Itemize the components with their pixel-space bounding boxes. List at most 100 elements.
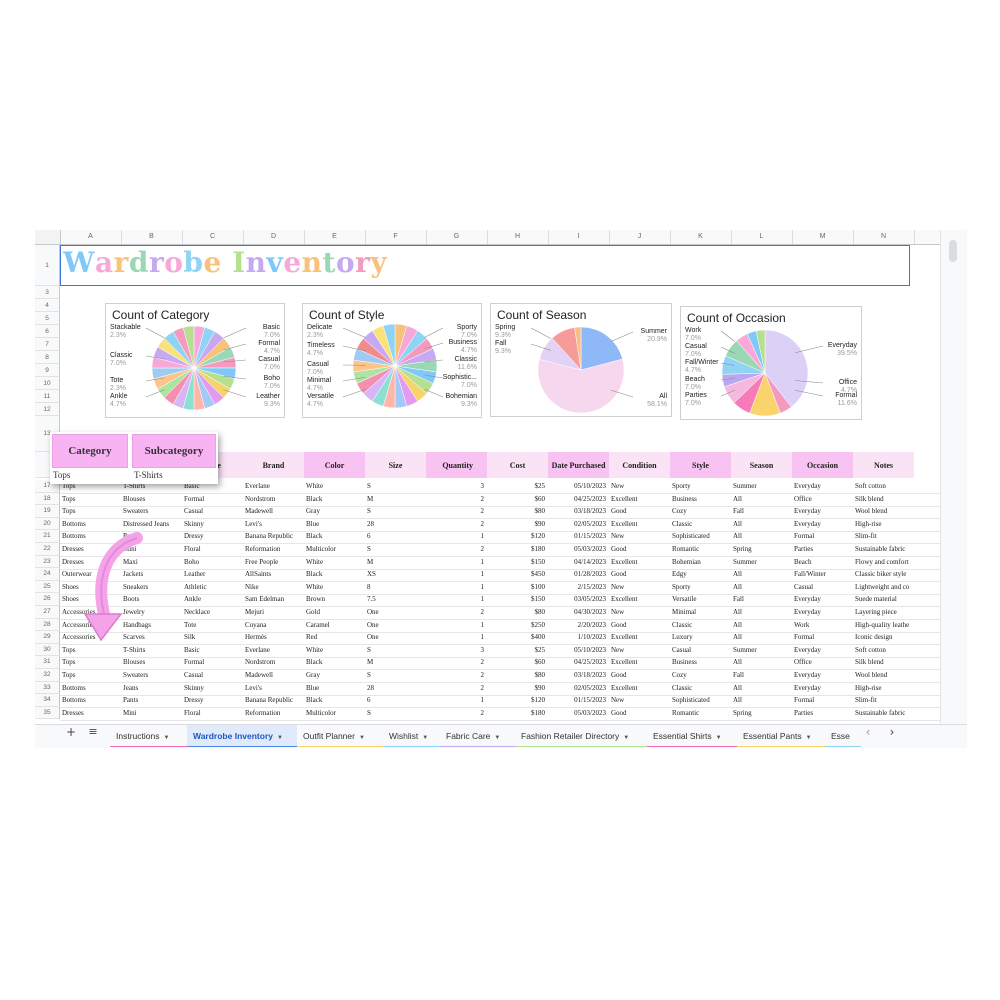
sheet-tab[interactable]: Fashion Retailer Directory ▼ bbox=[515, 725, 647, 747]
table-cell[interactable]: Free People bbox=[243, 556, 304, 569]
table-cell[interactable]: S bbox=[365, 669, 426, 682]
column-header-g[interactable]: G bbox=[426, 230, 488, 244]
table-cell[interactable]: Business bbox=[670, 656, 731, 669]
table-cell[interactable]: Multicolor bbox=[304, 543, 365, 556]
table-cell[interactable]: Spring bbox=[731, 707, 792, 720]
table-cell[interactable]: White bbox=[304, 581, 365, 594]
table-cell[interactable]: Sporty bbox=[670, 581, 731, 594]
column-header-b[interactable]: B bbox=[121, 230, 183, 244]
table-cell[interactable]: 2/15/2023 bbox=[548, 581, 609, 594]
table-cell[interactable]: Classic bbox=[670, 682, 731, 695]
table-cell[interactable]: $180 bbox=[487, 707, 548, 720]
table-cell[interactable]: Casual bbox=[792, 581, 853, 594]
table-cell[interactable]: Gray bbox=[304, 505, 365, 518]
table-cell[interactable]: XS bbox=[365, 568, 426, 581]
table-cell[interactable]: Office bbox=[792, 656, 853, 669]
table-cell[interactable]: Tops bbox=[60, 656, 121, 669]
select-all-corner[interactable] bbox=[35, 230, 61, 244]
sheet-tab[interactable]: Fabric Care ▼ bbox=[440, 725, 515, 747]
row-header[interactable]: 3 bbox=[35, 286, 60, 299]
table-cell[interactable]: New bbox=[609, 606, 670, 619]
table-cell[interactable]: All bbox=[731, 530, 792, 543]
tab-dropdown-icon[interactable]: ▼ bbox=[494, 735, 500, 741]
table-cell[interactable]: Blouses bbox=[121, 656, 182, 669]
table-cell[interactable]: 02/05/2023 bbox=[548, 518, 609, 531]
table-cell[interactable]: 6 bbox=[365, 530, 426, 543]
table-cell[interactable]: M bbox=[365, 493, 426, 506]
column-header-n[interactable]: N bbox=[853, 230, 915, 244]
table-cell[interactable]: Romantic bbox=[670, 543, 731, 556]
row-header[interactable]: 31 bbox=[35, 656, 60, 669]
column-heading[interactable]: Notes bbox=[853, 452, 914, 478]
table-cell[interactable]: Multicolor bbox=[304, 707, 365, 720]
table-cell[interactable]: $150 bbox=[487, 556, 548, 569]
table-cell[interactable]: Sam Edelman bbox=[243, 593, 304, 606]
table-cell[interactable]: Hermès bbox=[243, 631, 304, 644]
column-heading[interactable]: Brand bbox=[243, 452, 304, 478]
row-header[interactable]: 10 bbox=[35, 377, 60, 390]
table-cell[interactable]: Mejuri bbox=[243, 606, 304, 619]
tab-dropdown-icon[interactable]: ▼ bbox=[163, 735, 169, 741]
table-cell[interactable]: Bottoms bbox=[60, 518, 121, 531]
table-cell[interactable]: Boho bbox=[182, 556, 243, 569]
style-chart[interactable]: Count of Style Delicate 2.3% Timeless 4.7% C… bbox=[302, 303, 482, 418]
table-cell[interactable]: S bbox=[365, 480, 426, 493]
row-header[interactable]: 33 bbox=[35, 681, 60, 695]
table-cell[interactable]: Gray bbox=[304, 669, 365, 682]
table-cell[interactable]: Leather bbox=[182, 568, 243, 581]
table-cell[interactable]: Black bbox=[304, 493, 365, 506]
table-cell[interactable]: Edgy bbox=[670, 568, 731, 581]
row-header[interactable]: 35 bbox=[35, 706, 60, 720]
table-cell[interactable]: New bbox=[609, 644, 670, 657]
table-cell[interactable]: Everlane bbox=[243, 644, 304, 657]
table-cell[interactable]: $90 bbox=[487, 682, 548, 695]
table-cell[interactable]: Everlane bbox=[243, 480, 304, 493]
table-cell[interactable]: All bbox=[731, 682, 792, 695]
table-cell[interactable]: Fall/Winter bbox=[792, 568, 853, 581]
table-cell[interactable]: Mini bbox=[121, 707, 182, 720]
table-cell[interactable]: 1 bbox=[426, 530, 487, 543]
row-header[interactable]: 25 bbox=[35, 580, 60, 594]
column-header-l[interactable]: L bbox=[731, 230, 793, 244]
row-header[interactable]: 5 bbox=[35, 312, 60, 325]
table-cell[interactable]: $400 bbox=[487, 631, 548, 644]
table-cell[interactable]: S bbox=[365, 543, 426, 556]
table-cell[interactable]: Distressed Jeans bbox=[121, 518, 182, 531]
table-cell[interactable]: $80 bbox=[487, 606, 548, 619]
table-cell[interactable]: Sustainable fabric bbox=[853, 707, 913, 720]
row-header[interactable]: 7 bbox=[35, 338, 60, 351]
table-cell[interactable]: Classic bbox=[670, 619, 731, 632]
column-heading[interactable]: Size bbox=[365, 452, 426, 478]
column-header-m[interactable]: M bbox=[792, 230, 854, 244]
table-cell[interactable]: $180 bbox=[487, 543, 548, 556]
table-cell[interactable]: 1 bbox=[426, 581, 487, 594]
table-cell[interactable]: Fall bbox=[731, 505, 792, 518]
row-header[interactable]: 24 bbox=[35, 568, 60, 581]
table-cell[interactable]: 05/03/2023 bbox=[548, 707, 609, 720]
table-cell[interactable]: New bbox=[609, 581, 670, 594]
row-header[interactable]: 27 bbox=[35, 606, 60, 619]
column-header-k[interactable]: K bbox=[670, 230, 732, 244]
table-cell[interactable]: Casual bbox=[182, 505, 243, 518]
table-cell[interactable]: 05/10/2023 bbox=[548, 644, 609, 657]
table-cell[interactable]: 04/30/2023 bbox=[548, 606, 609, 619]
table-cell[interactable]: M bbox=[365, 556, 426, 569]
table-row[interactable]: Dresses Mini Floral Reformation Multicolor S 2… bbox=[60, 707, 940, 721]
table-cell[interactable]: Ankle bbox=[182, 593, 243, 606]
table-cell[interactable]: Nike bbox=[243, 581, 304, 594]
table-cell[interactable]: 01/15/2023 bbox=[548, 530, 609, 543]
tab-dropdown-icon[interactable]: ▼ bbox=[359, 735, 365, 741]
table-cell[interactable]: Good bbox=[609, 619, 670, 632]
table-cell[interactable]: AllSaints bbox=[243, 568, 304, 581]
table-cell[interactable]: Sophisticated bbox=[670, 530, 731, 543]
row-header[interactable]: 28 bbox=[35, 618, 60, 632]
table-cell[interactable]: 02/05/2023 bbox=[548, 682, 609, 695]
table-cell[interactable]: M bbox=[365, 656, 426, 669]
add-sheet-button[interactable]: + bbox=[63, 725, 79, 747]
table-cell[interactable]: Slim-fit bbox=[853, 530, 913, 543]
row-header[interactable]: 8 bbox=[35, 351, 60, 364]
table-cell[interactable]: Levi's bbox=[243, 682, 304, 695]
table-cell[interactable]: Cuyana bbox=[243, 619, 304, 632]
table-cell[interactable]: Blue bbox=[304, 518, 365, 531]
table-cell[interactable]: Bottoms bbox=[60, 682, 121, 695]
